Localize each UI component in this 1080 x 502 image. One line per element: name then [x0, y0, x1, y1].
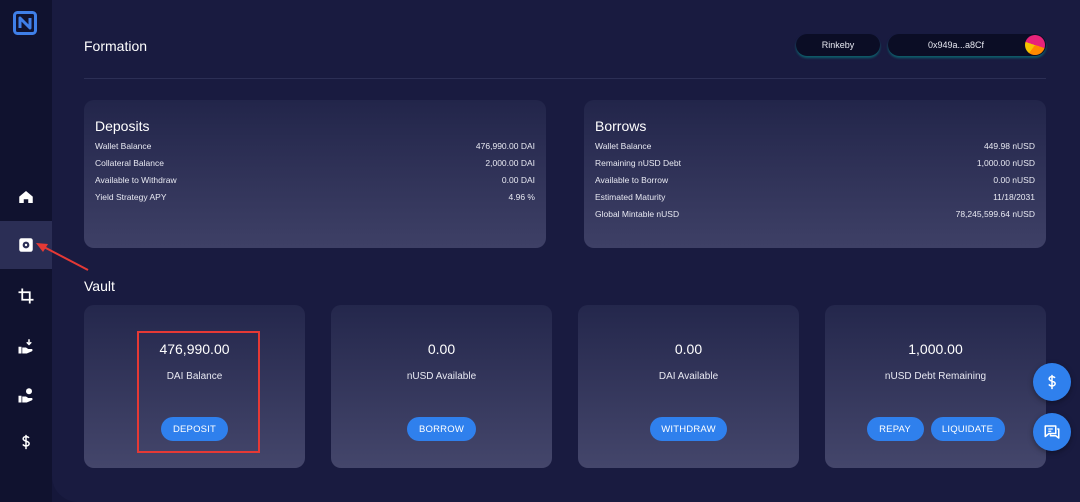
borrows-row-global-mintable: Global Mintable nUSD 78,245,599.64 nUSD	[595, 206, 1035, 223]
borrows-row-estimated-maturity: Estimated Maturity 11/18/2031	[595, 189, 1035, 206]
sidebar-item-home[interactable]	[0, 173, 52, 221]
page-title: Formation	[84, 38, 148, 54]
row-label: Yield Strategy APY	[95, 192, 167, 202]
borrows-panel: Borrows Wallet Balance 449.98 nUSD Remai…	[584, 100, 1046, 248]
home-icon	[19, 191, 33, 203]
row-label: Estimated Maturity	[595, 192, 666, 202]
row-value: 4.96 %	[508, 192, 535, 202]
hand-coin-icon	[18, 388, 33, 403]
sidebar-item-earn[interactable]	[0, 371, 52, 419]
dollar-icon	[1048, 374, 1056, 390]
repay-button[interactable]: REPAY	[866, 417, 924, 441]
row-label: Available to Borrow	[595, 175, 669, 185]
borrows-row-wallet-balance: Wallet Balance 449.98 nUSD	[595, 138, 1035, 155]
borrows-row-available-to-borrow: Available to Borrow 0.00 nUSD	[595, 172, 1035, 189]
borrows-title: Borrows	[595, 118, 647, 134]
row-value: 2,000.00 DAI	[485, 158, 535, 168]
row-value: 11/18/2031	[993, 192, 1035, 202]
vault-card-nusd-available: 0.00 nUSD Available BORROW	[331, 305, 552, 468]
annotation-arrow-icon	[36, 243, 89, 271]
card-label: nUSD Available	[406, 371, 477, 382]
deposits-row-available-to-withdraw: Available to Withdraw 0.00 DAI	[95, 172, 535, 189]
hand-deposit-icon	[18, 339, 33, 354]
formation-logo-icon[interactable]	[13, 11, 37, 35]
buy-fab-button[interactable]	[1033, 363, 1071, 401]
sidebar-item-stake[interactable]	[0, 322, 52, 370]
deposits-title: Deposits	[95, 118, 150, 134]
vault-title: Vault	[84, 278, 115, 294]
deposits-row-collateral-balance: Collateral Balance 2,000.00 DAI	[95, 155, 535, 172]
card-value: 0.00	[427, 341, 456, 357]
row-value: 0.00 nUSD	[993, 175, 1035, 185]
vault-card-nusd-debt: 1,000.00 nUSD Debt Remaining REPAY LIQUI…	[825, 305, 1046, 468]
row-label: Wallet Balance	[95, 141, 152, 151]
row-label: Wallet Balance	[595, 141, 652, 151]
chat-fab-button[interactable]	[1033, 413, 1071, 451]
header-divider	[84, 78, 1046, 79]
crop-icon	[18, 288, 34, 304]
deposits-panel: Deposits Wallet Balance 476,990.00 DAI C…	[84, 100, 546, 248]
row-value: 0.00 DAI	[501, 175, 535, 185]
dollar-icon	[22, 434, 30, 450]
vault-card-dai-available: 0.00 DAI Available WITHDRAW	[578, 305, 799, 468]
liquidate-button[interactable]: LIQUIDATE	[930, 417, 1005, 441]
borrows-row-remaining-debt: Remaining nUSD Debt 1,000.00 nUSD	[595, 155, 1035, 172]
deposits-row-yield-apy: Yield Strategy APY 4.96 %	[95, 189, 535, 206]
card-label: nUSD Debt Remaining	[884, 371, 987, 382]
wallet-address-button[interactable]: 0x949a...a8Cf	[888, 34, 1046, 56]
row-label: Collateral Balance	[95, 158, 164, 168]
sidebar-item-formation[interactable]	[0, 272, 52, 320]
sidebar-item-buy[interactable]	[0, 418, 52, 466]
card-value: 0.00	[674, 341, 703, 357]
network-badge[interactable]: Rinkeby	[796, 34, 880, 56]
row-label: Available to Withdraw	[95, 175, 177, 185]
row-label: Remaining nUSD Debt	[595, 158, 681, 168]
row-value: 476,990.00 DAI	[475, 141, 535, 151]
row-value: 78,245,599.64 nUSD	[955, 209, 1035, 219]
wallet-address-text: 0x949a...a8Cf	[928, 40, 985, 50]
deposits-row-wallet-balance: Wallet Balance 476,990.00 DAI	[95, 138, 535, 155]
chat-icon	[1044, 425, 1060, 439]
row-label: Global Mintable nUSD	[595, 209, 680, 219]
withdraw-button[interactable]: WITHDRAW	[650, 417, 727, 441]
row-value: 1,000.00 nUSD	[976, 158, 1035, 168]
card-label: DAI Available	[658, 371, 719, 382]
borrow-button[interactable]: BORROW	[407, 417, 476, 441]
card-value: 1,000.00	[908, 341, 963, 357]
annotation-highlight-box	[137, 331, 260, 453]
row-value: 449.98 nUSD	[983, 141, 1035, 151]
avatar	[1025, 35, 1045, 55]
